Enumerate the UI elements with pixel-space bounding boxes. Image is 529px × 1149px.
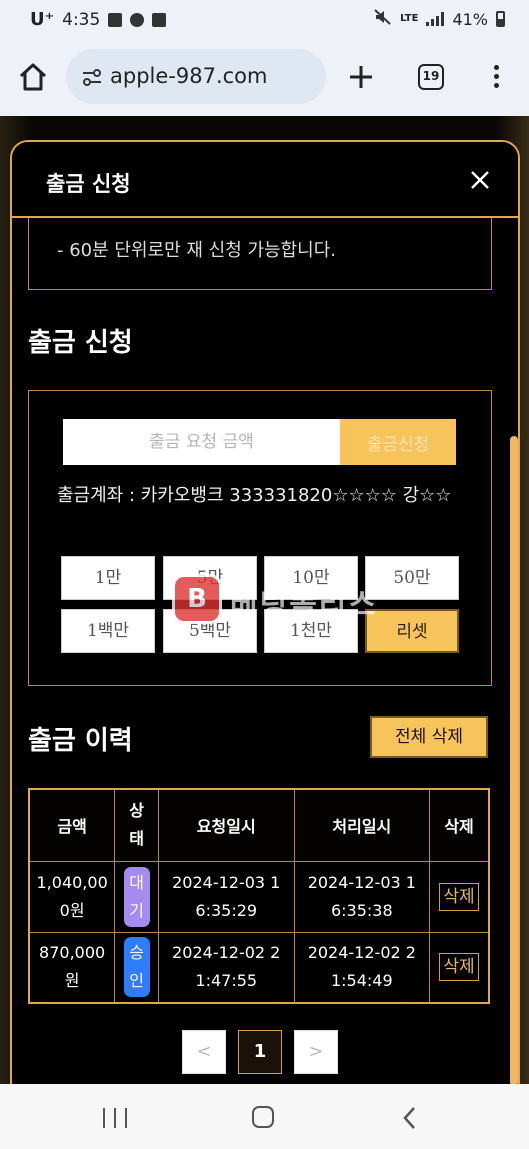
col-processed: 처리일시 (293, 788, 431, 862)
col-requested: 요청일시 (157, 788, 295, 862)
address-bar[interactable]: apple-987.com (66, 49, 326, 104)
withdraw-modal: 출금 신청 - 60분 단위로만 재 신청 가능합니다. 출금 신청 출금신청 … (10, 140, 520, 1084)
status-badge: 대기 (123, 866, 150, 927)
new-tab-icon[interactable] (346, 62, 376, 92)
home-nav-icon[interactable] (252, 1106, 274, 1128)
notice-text: - 60분 단위로만 재 신청 가능합니다. (57, 240, 337, 261)
site-settings-icon[interactable] (82, 67, 102, 87)
battery-percent: 41% (452, 9, 488, 29)
table-row: 1,040,000원 대기 2024-12-03 16:35:29 2024-1… (28, 860, 490, 933)
amount-chip-10k[interactable]: 1만 (61, 556, 155, 600)
cell-requested: 2024-12-03 16:35:29 (157, 860, 295, 933)
web-page: 출금 신청 - 60분 단위로만 재 신청 가능합니다. 출금 신청 출금신청 … (0, 116, 529, 1084)
recent-apps-icon[interactable] (103, 1108, 127, 1128)
home-icon[interactable] (16, 60, 50, 94)
history-header-row: 금액 상태 요청일시 처리일시 삭제 (28, 788, 490, 862)
cell-requested: 2024-12-02 21:47:55 (157, 931, 295, 1004)
amount-input[interactable] (63, 419, 340, 465)
delete-button[interactable]: 삭제 (439, 953, 479, 982)
account-info: 출금계좌 : 카카오뱅크 333331820☆☆☆☆ 강☆☆ (57, 485, 452, 506)
delete-all-button[interactable]: 전체 삭제 (370, 716, 488, 758)
clock: 4:35 (62, 9, 101, 30)
cell-processed: 2024-12-03 16:35:38 (293, 860, 431, 933)
amount-chip-1m[interactable]: 1백만 (61, 609, 155, 653)
system-nav-bar (0, 1084, 529, 1149)
mute-icon (374, 9, 392, 29)
page-1-button[interactable]: 1 (238, 1030, 282, 1074)
status-bar: U⁺ 4:35 LTE 41% (0, 0, 529, 40)
watermark-logo: B (172, 574, 222, 624)
cell-status: 승인 (114, 931, 159, 1004)
carrier-label: U⁺ (30, 9, 55, 30)
check-notification-icon (152, 12, 167, 27)
battery-icon (496, 11, 505, 27)
more-menu-icon[interactable] (484, 62, 508, 92)
close-icon[interactable] (468, 168, 492, 192)
history-section-title: 출금 이력 (28, 726, 133, 756)
watermark-text: 베팅폴리스 (230, 588, 378, 623)
cell-delete: 삭제 (429, 860, 490, 933)
col-amount: 금액 (28, 788, 116, 862)
modal-header: 출금 신청 (12, 142, 518, 218)
history-table: 금액 상태 요청일시 처리일시 삭제 1,040,000원 대기 2024-12… (28, 788, 490, 1004)
url-text: apple-987.com (110, 64, 268, 88)
cell-processed: 2024-12-02 21:54:49 (293, 931, 431, 1004)
watermark: B 베팅폴리스 (172, 574, 392, 630)
withdraw-submit-button[interactable]: 출금신청 (340, 419, 456, 465)
status-badge: 승인 (123, 937, 150, 998)
cell-delete: 삭제 (429, 931, 490, 1004)
col-delete: 삭제 (429, 788, 490, 862)
next-page-button[interactable]: > (294, 1030, 338, 1074)
cell-amount: 1,040,000원 (28, 860, 116, 933)
col-status: 상태 (114, 788, 159, 862)
tab-switcher-button[interactable]: 19 (418, 64, 444, 90)
withdraw-form: 출금신청 출금계좌 : 카카오뱅크 333331820☆☆☆☆ 강☆☆ 1만 5… (28, 390, 492, 686)
table-row: 870,000원 승인 2024-12-02 21:47:55 2024-12-… (28, 931, 490, 1004)
lte-icon: LTE (400, 13, 419, 24)
withdraw-section-title: 출금 신청 (28, 328, 133, 358)
modal-title: 출금 신청 (46, 172, 131, 196)
gallery-notification-icon (108, 12, 123, 27)
page-scrollbar[interactable] (510, 436, 518, 1084)
message-notification-icon (130, 12, 145, 27)
delete-button[interactable]: 삭제 (439, 882, 479, 911)
cell-status: 대기 (114, 860, 159, 933)
signal-icon (426, 12, 445, 26)
back-icon[interactable] (400, 1106, 420, 1130)
cell-amount: 870,000원 (28, 931, 116, 1004)
browser-toolbar: apple-987.com 19 (0, 40, 529, 116)
prev-page-button[interactable]: < (182, 1030, 226, 1074)
